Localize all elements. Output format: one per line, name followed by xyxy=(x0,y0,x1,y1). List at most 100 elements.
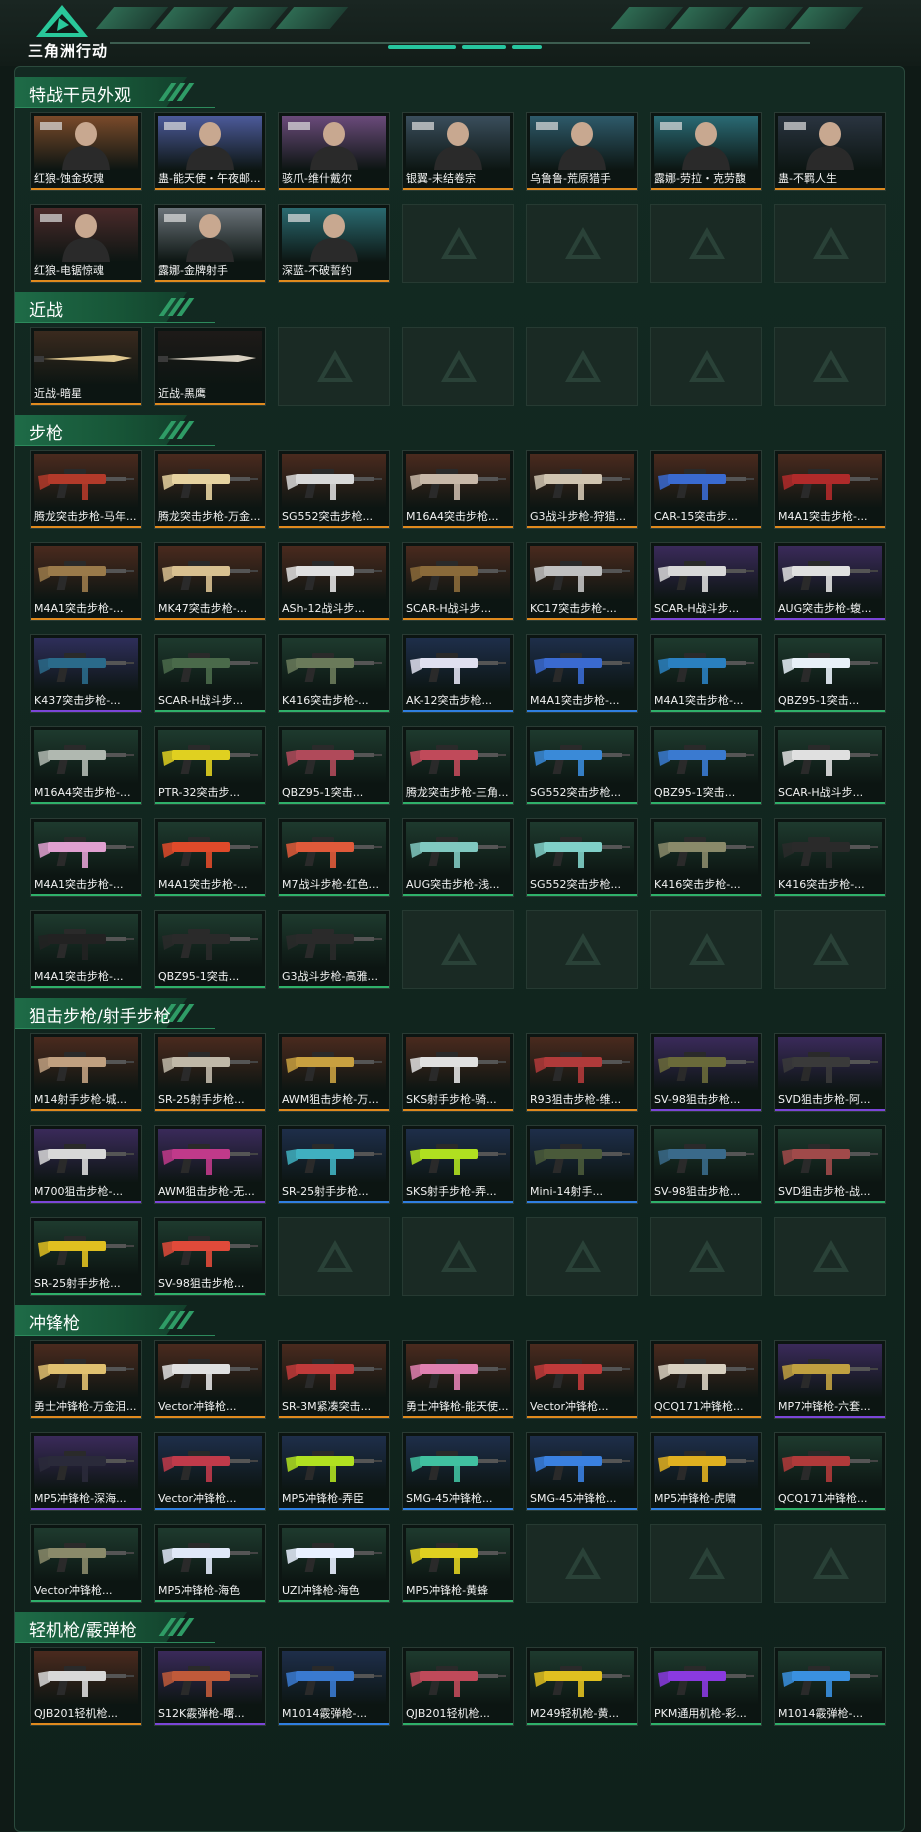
skin-card[interactable]: SCAR-H战斗步... xyxy=(154,634,266,713)
skin-card[interactable]: MP7冲锋枪-六套... xyxy=(774,1340,886,1419)
skin-card[interactable]: PKM通用机枪-彩... xyxy=(650,1647,762,1726)
skin-card[interactable]: M4A1突击步枪-... xyxy=(774,450,886,529)
skin-card[interactable]: 乌鲁鲁-荒原猎手 xyxy=(526,112,638,191)
skin-card[interactable]: 露娜-金牌射手 xyxy=(154,204,266,283)
skin-card[interactable]: M249轻机枪-黄... xyxy=(526,1647,638,1726)
skin-card[interactable]: SR-3M紧凑突击... xyxy=(278,1340,390,1419)
skin-card[interactable]: Vector冲锋枪... xyxy=(154,1432,266,1511)
skin-card[interactable]: SCAR-H战斗步... xyxy=(650,542,762,621)
skin-card[interactable]: KC17突击步枪-... xyxy=(526,542,638,621)
skin-card[interactable]: M4A1突击步枪-... xyxy=(650,634,762,713)
skin-card[interactable]: M1014霰弹枪-... xyxy=(278,1647,390,1726)
skin-card[interactable]: M4A1突击步枪-... xyxy=(30,910,142,989)
skin-card[interactable]: QBZ95-1突击... xyxy=(154,910,266,989)
skin-card[interactable]: 蛊-能天使・午夜邮... xyxy=(154,112,266,191)
skin-card[interactable]: QJB201轻机枪... xyxy=(30,1647,142,1726)
skin-card[interactable]: SR-25射手步枪... xyxy=(154,1033,266,1112)
skin-card[interactable]: G3战斗步枪-狩猎... xyxy=(526,450,638,529)
skin-card[interactable]: SVD狙击步枪-阿... xyxy=(774,1033,886,1112)
skin-card[interactable]: SVD狙击步枪-战... xyxy=(774,1125,886,1204)
skin-card[interactable]: 露娜-劳拉・克劳馥 xyxy=(650,112,762,191)
skin-card[interactable]: 近战-黑鹰 xyxy=(154,327,266,406)
skin-card[interactable]: SMG-45冲锋枪... xyxy=(526,1432,638,1511)
skin-card[interactable]: QBZ95-1突击... xyxy=(774,634,886,713)
skin-card[interactable]: M4A1突击步枪-... xyxy=(30,818,142,897)
weapon-icon xyxy=(282,454,386,508)
skin-card[interactable]: SCAR-H战斗步... xyxy=(402,542,514,621)
skin-card[interactable]: Vector冲锋枪... xyxy=(526,1340,638,1419)
skin-card[interactable]: SR-25射手步枪... xyxy=(30,1217,142,1296)
skin-card[interactable]: QBZ95-1突击... xyxy=(278,726,390,805)
skin-card[interactable]: SV-98狙击步枪... xyxy=(154,1217,266,1296)
skin-card[interactable]: QBZ95-1突击... xyxy=(650,726,762,805)
skin-card[interactable]: M14射手步枪-城... xyxy=(30,1033,142,1112)
skin-card[interactable]: MK47突击步枪-... xyxy=(154,542,266,621)
skin-card-label: 腾龙突击步枪-马年... xyxy=(34,510,137,523)
skin-card[interactable]: 红狼-蚀金玫瑰 xyxy=(30,112,142,191)
skin-card[interactable]: SMG-45冲锋枪... xyxy=(402,1432,514,1511)
skin-card[interactable]: MP5冲锋枪-海色 xyxy=(154,1524,266,1603)
skin-card[interactable]: K416突击步枪-... xyxy=(774,818,886,897)
skin-card[interactable]: 腾龙突击步枪-三角... xyxy=(402,726,514,805)
skin-card[interactable]: ASh-12战斗步... xyxy=(278,542,390,621)
skin-card[interactable]: 红狼-电锯惊魂 xyxy=(30,204,142,283)
skin-card[interactable]: R93狙击步枪-维... xyxy=(526,1033,638,1112)
skin-card[interactable]: MP5冲锋枪-虎啸 xyxy=(650,1432,762,1511)
skin-card[interactable]: SCAR-H战斗步... xyxy=(774,726,886,805)
skin-card[interactable]: SKS射手步枪-骑... xyxy=(402,1033,514,1112)
skin-card[interactable]: QJB201轻机枪... xyxy=(402,1647,514,1726)
banner-stripe xyxy=(790,7,864,29)
skin-card[interactable]: M700狙击步枪-... xyxy=(30,1125,142,1204)
skin-card[interactable]: M4A1突击步枪-... xyxy=(30,542,142,621)
skin-card[interactable]: CAR-15突击步... xyxy=(650,450,762,529)
skin-card[interactable]: G3战斗步枪-高雅... xyxy=(278,910,390,989)
skin-card[interactable]: M4A1突击步枪-... xyxy=(526,634,638,713)
skin-card[interactable]: AUG突击步枪-浅... xyxy=(402,818,514,897)
skin-card[interactable]: SG552突击步枪... xyxy=(278,450,390,529)
skin-card[interactable]: 银翼-未结卷宗 xyxy=(402,112,514,191)
skin-card[interactable]: M16A4突击步枪... xyxy=(402,450,514,529)
skin-card[interactable]: SR-25射手步枪... xyxy=(278,1125,390,1204)
skin-card[interactable]: M7战斗步枪-红色... xyxy=(278,818,390,897)
skin-card[interactable]: M16A4突击步枪-... xyxy=(30,726,142,805)
rarity-bar xyxy=(31,1508,141,1510)
skin-card[interactable]: SV-98狙击步枪... xyxy=(650,1125,762,1204)
skin-card[interactable]: 腾龙突击步枪-马年... xyxy=(30,450,142,529)
weapon-icon xyxy=(158,730,262,784)
skin-card[interactable]: SG552突击步枪... xyxy=(526,818,638,897)
skin-card[interactable]: AK-12突击步枪... xyxy=(402,634,514,713)
skin-card[interactable]: 蛊-不羁人生 xyxy=(774,112,886,191)
skin-card[interactable]: MP5冲锋枪-弄臣 xyxy=(278,1432,390,1511)
weapon-icon xyxy=(34,730,138,784)
skin-card[interactable]: 勇士冲锋枪-能天使... xyxy=(402,1340,514,1419)
skin-card[interactable]: PTR-32突击步... xyxy=(154,726,266,805)
skin-card[interactable]: UZI冲锋枪-海色 xyxy=(278,1524,390,1603)
skin-card[interactable]: AWM狙击步枪-无... xyxy=(154,1125,266,1204)
skin-card[interactable]: 近战-暗星 xyxy=(30,327,142,406)
skin-card[interactable]: 勇士冲锋枪-万金泪... xyxy=(30,1340,142,1419)
skin-card[interactable]: Vector冲锋枪... xyxy=(30,1524,142,1603)
skin-card[interactable]: S12K霰弹枪-曙... xyxy=(154,1647,266,1726)
skin-card[interactable]: 腾龙突击步枪-万金... xyxy=(154,450,266,529)
skin-card[interactable]: SKS射手步枪-弄... xyxy=(402,1125,514,1204)
skin-card[interactable]: K416突击步枪-... xyxy=(650,818,762,897)
skin-card[interactable]: AUG突击步枪-蝮... xyxy=(774,542,886,621)
skin-card[interactable]: SV-98狙击步枪... xyxy=(650,1033,762,1112)
skin-card[interactable]: Mini-14射手... xyxy=(526,1125,638,1204)
skin-card[interactable]: SG552突击步枪... xyxy=(526,726,638,805)
skin-card[interactable]: M4A1突击步枪-... xyxy=(154,818,266,897)
skin-card[interactable]: QCQ171冲锋枪... xyxy=(774,1432,886,1511)
skin-card[interactable]: K416突击步枪-... xyxy=(278,634,390,713)
weapon-icon xyxy=(158,914,262,968)
skin-card[interactable]: K437突击步枪-... xyxy=(30,634,142,713)
skin-card[interactable]: AWM狙击步枪-万... xyxy=(278,1033,390,1112)
skin-card[interactable]: 骇爪-维什戴尔 xyxy=(278,112,390,191)
skin-card[interactable]: 深蓝-不破誓约 xyxy=(278,204,390,283)
skin-card[interactable]: MP5冲锋枪-深海... xyxy=(30,1432,142,1511)
skin-card-label: 近战-黑鹰 xyxy=(158,387,206,400)
skin-card[interactable]: Vector冲锋枪... xyxy=(154,1340,266,1419)
rarity-bar xyxy=(527,526,637,528)
skin-card[interactable]: M1014霰弹枪-... xyxy=(774,1647,886,1726)
skin-card[interactable]: QCQ171冲锋枪... xyxy=(650,1340,762,1419)
skin-card[interactable]: MP5冲锋枪-黄蜂 xyxy=(402,1524,514,1603)
